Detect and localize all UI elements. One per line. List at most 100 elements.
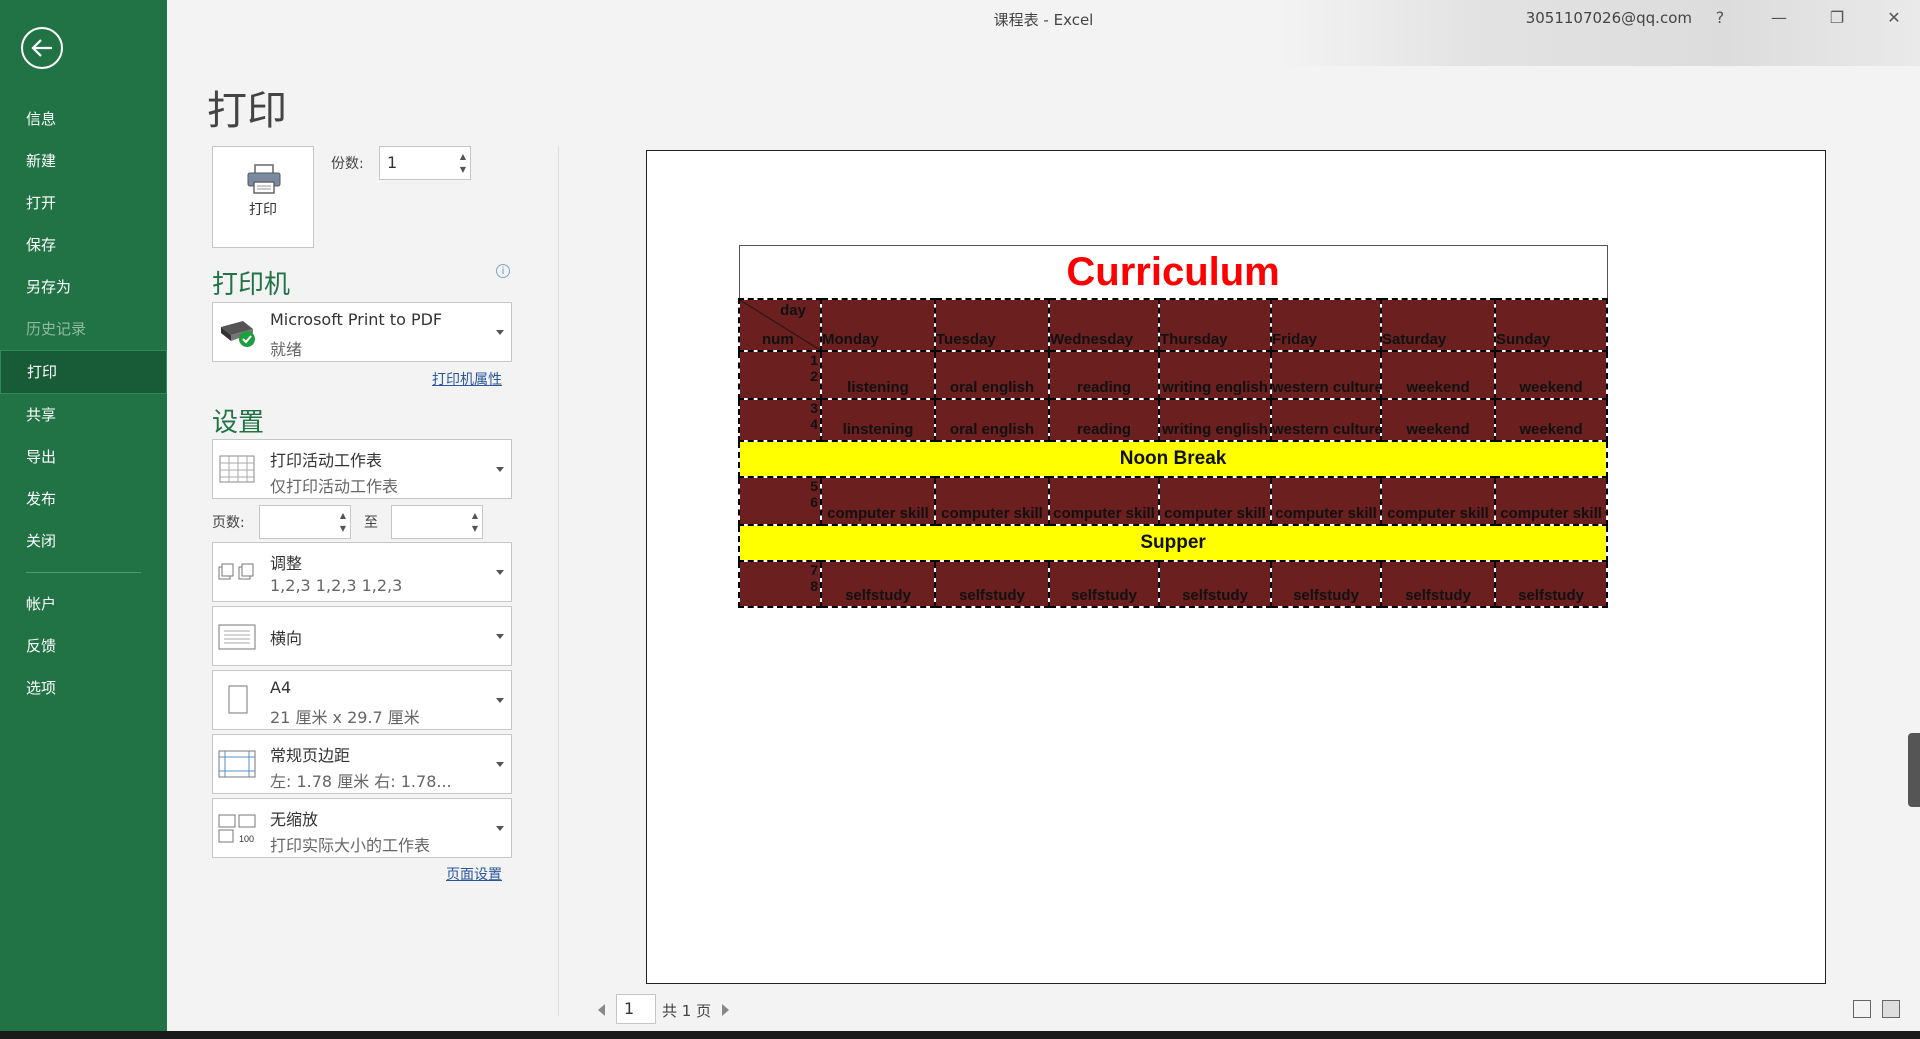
scaling-icon: 100	[218, 814, 256, 844]
title-bar: 课程表 - Excel 3051107026@qq.com ? — ❐ ✕	[167, 0, 1920, 36]
show-margins-icon[interactable]	[1852, 1000, 1871, 1018]
printer-ready-icon	[221, 321, 255, 347]
class-cell: weekend	[1493, 350, 1609, 400]
next-page-icon[interactable]	[722, 1004, 729, 1016]
print-what-dropdown[interactable]: 打印活动工作表 仅打印活动工作表	[212, 439, 512, 499]
paper-size-dropdown[interactable]: A4 21 厘米 x 29.7 厘米	[212, 670, 512, 730]
nav-divider	[26, 572, 141, 573]
printer-name: Microsoft Print to PDF	[270, 310, 443, 329]
previous-page-icon[interactable]	[598, 1004, 605, 1016]
class-cell: computer skill	[1380, 476, 1496, 526]
nav-info[interactable]: 信息	[0, 98, 167, 140]
landscape-icon	[218, 624, 256, 650]
curriculum-sheet: Curriculum day num Monday Tuesday Wednes…	[737, 245, 1609, 608]
stepper-arrows-icon[interactable]: ▲ ▼	[460, 150, 466, 176]
pages-to-input[interactable]: ▲ ▼	[391, 505, 483, 539]
paper-icon	[228, 685, 248, 714]
sheet-title: Curriculum	[738, 245, 1608, 300]
total-pages-label: 共 1 页	[662, 1002, 712, 1020]
header-thursday: Thursday	[1158, 298, 1272, 352]
class-cell: computer skill	[1270, 476, 1382, 526]
supper-band: Supper	[737, 524, 1609, 562]
table-row: 12 listening oral english reading writin…	[738, 350, 1609, 400]
print-button[interactable]: 打印	[212, 146, 314, 248]
nav-print[interactable]: 打印	[0, 350, 167, 394]
printer-heading: 打印机	[212, 270, 291, 300]
class-cell: oral english	[934, 350, 1050, 400]
header-monday: Monday	[820, 298, 936, 352]
class-cell: linstening	[820, 398, 936, 442]
nav-account[interactable]: 帐户	[0, 583, 167, 625]
class-cell: reading	[1048, 398, 1160, 442]
class-cell: selfstudy	[1270, 560, 1382, 608]
nav-export[interactable]: 导出	[0, 436, 167, 478]
user-account[interactable]: 3051107026@qq.com	[1526, 9, 1692, 27]
pages-label: 页数:	[212, 515, 245, 531]
table-row: Supper	[737, 524, 1609, 562]
stepper-arrows-icon[interactable]: ▲ ▼	[340, 509, 346, 535]
copies-label: 份数:	[331, 156, 364, 172]
chevron-down-icon	[496, 826, 504, 831]
nav-save-as[interactable]: 另存为	[0, 266, 167, 308]
close-button[interactable]: ✕	[1882, 6, 1906, 30]
class-cell: selfstudy	[1158, 560, 1272, 608]
class-cell: writing english	[1158, 398, 1272, 442]
nav-options[interactable]: 选项	[0, 667, 167, 709]
svg-text:100: 100	[239, 834, 254, 844]
margins-value: 常规页边距	[270, 746, 351, 765]
class-cell: weekend	[1380, 398, 1496, 442]
side-scroll-handle[interactable]	[1908, 733, 1920, 807]
pages-from-input[interactable]: ▲ ▼	[259, 505, 351, 539]
restore-button[interactable]: ❐	[1825, 6, 1849, 30]
class-cell: western culture	[1270, 350, 1382, 400]
class-cell: computer skill	[820, 476, 936, 526]
page-setup-link[interactable]: 页面设置	[446, 864, 502, 884]
pages-to-label: 至	[364, 515, 378, 531]
margins-dropdown[interactable]: 常规页边距 左: 1.78 厘米 右: 1.78...	[212, 734, 512, 794]
nav-save[interactable]: 保存	[0, 224, 167, 266]
panel-divider	[558, 146, 559, 1016]
nav-close[interactable]: 关闭	[0, 520, 167, 562]
back-arrow-icon[interactable]	[21, 27, 63, 69]
stepper-arrows-icon[interactable]: ▲ ▼	[472, 509, 478, 535]
printer-icon	[247, 164, 281, 194]
worksheet-icon	[219, 455, 255, 483]
nav-feedback[interactable]: 反馈	[0, 625, 167, 667]
corner-day-label: day	[780, 302, 806, 319]
chevron-down-icon	[496, 762, 504, 767]
printer-properties-link[interactable]: 打印机属性	[432, 369, 502, 389]
period-cell: 56	[738, 476, 822, 526]
zoom-to-page-icon[interactable]	[1882, 1000, 1900, 1018]
printer-status: 就绪	[270, 340, 303, 359]
copies-stepper[interactable]: 1 ▲ ▼	[379, 146, 471, 180]
minimize-button[interactable]: —	[1767, 6, 1791, 30]
period-cell: 34	[738, 398, 822, 442]
class-cell: weekend	[1493, 398, 1609, 442]
current-page-input[interactable]: 1	[616, 994, 656, 1024]
margins-icon	[218, 750, 256, 778]
scaling-dropdown[interactable]: 100 无缩放 打印实际大小的工作表	[212, 798, 512, 858]
printer-dropdown[interactable]: Microsoft Print to PDF 就绪	[212, 302, 512, 362]
class-cell: computer skill	[934, 476, 1050, 526]
orientation-dropdown[interactable]: 横向	[212, 606, 512, 666]
collate-dropdown[interactable]: 调整 1,2,3 1,2,3 1,2,3	[212, 542, 512, 602]
nav-share[interactable]: 共享	[0, 394, 167, 436]
print-button-label: 打印	[249, 202, 277, 218]
info-icon[interactable]: i	[496, 264, 510, 278]
print-what-value: 打印活动工作表	[270, 451, 383, 470]
chevron-down-icon	[496, 634, 504, 639]
help-button[interactable]: ?	[1708, 6, 1732, 30]
corner-cell: day num	[738, 298, 822, 352]
page-title: 打印	[207, 88, 287, 134]
view-toggle-group	[1847, 1000, 1900, 1022]
chevron-down-icon	[496, 698, 504, 703]
table-row: 78 selfstudy selfstudy selfstudy selfstu…	[738, 560, 1609, 608]
nav-open[interactable]: 打开	[0, 182, 167, 224]
nav-new[interactable]: 新建	[0, 140, 167, 182]
class-cell: weekend	[1380, 350, 1496, 400]
nav-publish[interactable]: 发布	[0, 478, 167, 520]
print-preview-page: Curriculum day num Monday Tuesday Wednes…	[646, 150, 1826, 984]
class-cell: selfstudy	[1493, 560, 1609, 608]
class-cell: computer skill	[1493, 476, 1609, 526]
collate-value: 调整	[270, 554, 303, 573]
